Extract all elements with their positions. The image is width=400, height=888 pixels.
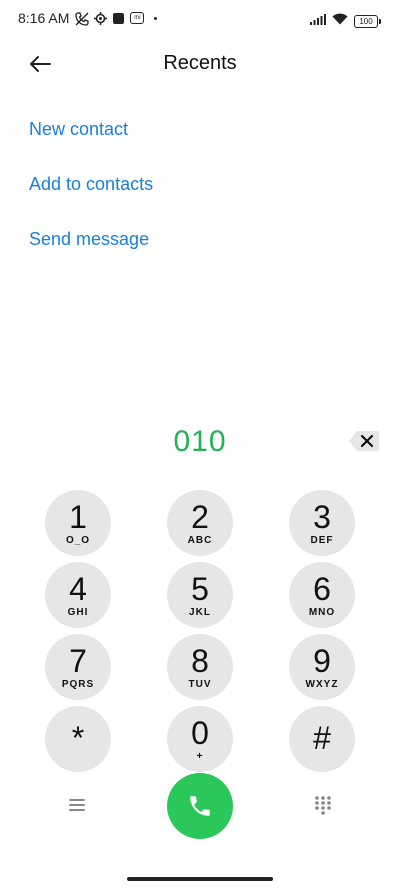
more-notifications-dot-icon (154, 16, 158, 20)
key-digit: * (71, 720, 85, 756)
wifi-icon (332, 12, 348, 30)
new-contact-link[interactable]: New contact (29, 116, 153, 171)
add-to-contacts-link[interactable]: Add to contacts (29, 171, 153, 226)
home-indicator[interactable] (127, 877, 273, 881)
backspace-button[interactable] (348, 430, 380, 452)
key-letters: PQRS (61, 678, 95, 690)
square-notification-icon (113, 12, 125, 24)
key-digit: # (313, 720, 331, 756)
send-message-link[interactable]: Send message (29, 226, 153, 281)
key-digit: 0 (191, 714, 209, 751)
bottom-bar (0, 772, 400, 840)
phone-icon (190, 796, 210, 816)
key-letters: DEF (310, 534, 334, 546)
menu-button[interactable] (66, 794, 88, 816)
key-digit: 5 (191, 570, 209, 607)
header: Recents (0, 40, 400, 90)
key-digit: 1 (69, 498, 87, 535)
key-digit: 8 (191, 642, 209, 679)
dialpad-icon (315, 796, 331, 815)
key-digit: 6 (313, 570, 331, 607)
key-2[interactable]: 2 ABC (167, 490, 233, 556)
key-5[interactable]: 5 JKL (167, 562, 233, 628)
key-letters: + (196, 750, 204, 762)
gear-icon (94, 11, 108, 25)
menu-icon (69, 799, 85, 811)
dialpad-button[interactable] (312, 794, 334, 816)
key-letters: MNO (308, 606, 336, 618)
battery-icon: 100 (354, 14, 381, 28)
dialed-number: 010 (173, 425, 227, 458)
key-digit: 2 (191, 498, 209, 535)
key-letters: O_O (65, 534, 91, 546)
backspace-icon (349, 431, 379, 451)
status-left: 8:16 AM mi (18, 10, 158, 26)
key-9[interactable]: 9 WXYZ (289, 634, 355, 700)
key-hash[interactable]: # (289, 706, 355, 772)
key-digit: 9 (313, 642, 331, 679)
signal-icon (310, 12, 326, 30)
key-digit: 4 (69, 570, 87, 607)
key-letters: TUV (188, 678, 212, 690)
key-3[interactable]: 3 DEF (289, 490, 355, 556)
key-digit: 7 (69, 642, 87, 679)
contact-actions: New contact Add to contacts Send message (29, 116, 153, 281)
key-letters: ABC (187, 534, 213, 546)
key-7[interactable]: 7 PQRS (45, 634, 111, 700)
key-6[interactable]: 6 MNO (289, 562, 355, 628)
page-title: Recents (163, 52, 237, 74)
status-bar: 8:16 AM mi 100 (0, 0, 400, 38)
key-0[interactable]: 0 + (167, 706, 233, 772)
call-button[interactable] (167, 773, 233, 839)
mi-icon: mi (130, 12, 145, 24)
number-row: 010 (0, 420, 400, 468)
key-1[interactable]: 1 O_O (45, 490, 111, 556)
key-star[interactable]: * (45, 706, 111, 772)
status-right: 100 (310, 12, 381, 30)
phone-muted-icon (75, 11, 90, 26)
key-4[interactable]: 4 GHI (45, 562, 111, 628)
status-time: 8:16 AM (18, 10, 70, 26)
key-digit: 3 (313, 498, 331, 535)
key-8[interactable]: 8 TUV (167, 634, 233, 700)
key-letters: JKL (189, 606, 211, 618)
key-letters: GHI (67, 606, 89, 618)
key-letters: WXYZ (305, 678, 339, 690)
